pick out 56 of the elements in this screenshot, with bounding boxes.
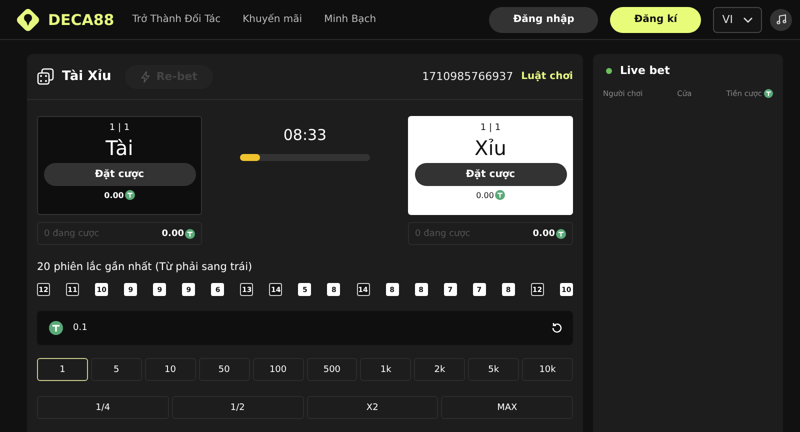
chip-button[interactable]: 50 <box>198 358 250 381</box>
side-name: Tài <box>106 136 134 160</box>
chip-button[interactable]: 1k <box>360 358 412 381</box>
logo-text: DECA88 <box>48 10 114 28</box>
nav-link[interactable]: Trở Thành Đối Tác <box>132 14 221 25</box>
chip-button[interactable]: 1 <box>37 358 88 381</box>
music-button[interactable] <box>770 8 792 30</box>
place-bet-button[interactable]: Đặt cược <box>44 163 196 186</box>
chip-button[interactable]: 100 <box>252 358 304 381</box>
token-icon <box>764 89 773 98</box>
bet-amount: 0.00 <box>476 190 494 200</box>
login-button[interactable]: Đăng nhập <box>489 6 598 32</box>
dice-icon <box>37 68 55 86</box>
chip-button[interactable]: 500 <box>306 358 358 381</box>
multiplier-button[interactable]: 1/4 <box>37 396 169 419</box>
token-icon <box>49 321 63 335</box>
music-icon <box>776 14 786 25</box>
bet-card[interactable]: 1 | 1 Tài Đặt cược 0.00 <box>37 116 202 215</box>
panel-title: Live bet <box>620 64 670 77</box>
chip-button[interactable]: 10k <box>522 358 573 381</box>
token-icon <box>124 190 135 200</box>
bettor-count: 0 đang cược <box>44 228 100 238</box>
game-title: Tài Xỉu <box>62 69 112 84</box>
reset-icon[interactable] <box>551 322 563 334</box>
language-select[interactable]: VI <box>713 6 762 32</box>
amount-field[interactable]: 0.1 <box>71 322 543 334</box>
bet-amount: 0.00 <box>104 190 124 200</box>
countdown-timer: 08:33 <box>283 126 327 144</box>
lightning-icon <box>141 70 150 82</box>
multiplier-button[interactable]: MAX <box>441 396 573 419</box>
chip-button[interactable]: 10 <box>144 358 196 381</box>
odds-label: 1 | 1 <box>109 123 130 133</box>
total-amount: 0.00 <box>162 228 184 238</box>
chip-button[interactable]: 5 <box>90 358 142 381</box>
token-icon <box>185 228 195 238</box>
register-button[interactable]: Đăng kí <box>610 6 702 32</box>
chevron-icon <box>743 16 753 22</box>
bettor-count: 0 đang cược <box>415 228 470 238</box>
chip-button[interactable]: 5k <box>468 358 520 381</box>
odds-label: 1 | 1 <box>480 123 501 133</box>
history-title: 20 phiên lắc gần nhất (Từ phải sang trái) <box>37 261 254 273</box>
bet-card[interactable]: 1 | 1 Xỉu Đặt cược 0.00 <box>408 116 573 215</box>
token-icon <box>556 228 566 238</box>
multiplier-button[interactable]: X2 <box>306 396 438 419</box>
rules-link[interactable]: Luật chơi <box>521 71 573 82</box>
amount-input-box[interactable]: 0.1 <box>37 311 573 345</box>
place-bet-button[interactable]: Đặt cược <box>414 163 566 186</box>
nav-link[interactable]: Khuyến mãi <box>242 14 302 25</box>
round-id: 1710985766937 <box>422 70 514 83</box>
side-name: Xỉu <box>474 136 506 160</box>
token-icon <box>494 190 505 200</box>
chip-button[interactable]: 2k <box>414 358 466 381</box>
live-dot-icon <box>606 68 612 74</box>
total-amount: 0.00 <box>532 228 555 238</box>
nav-link[interactable]: Minh Bạch <box>324 14 376 25</box>
multiplier-button[interactable]: 1/2 <box>172 396 304 419</box>
